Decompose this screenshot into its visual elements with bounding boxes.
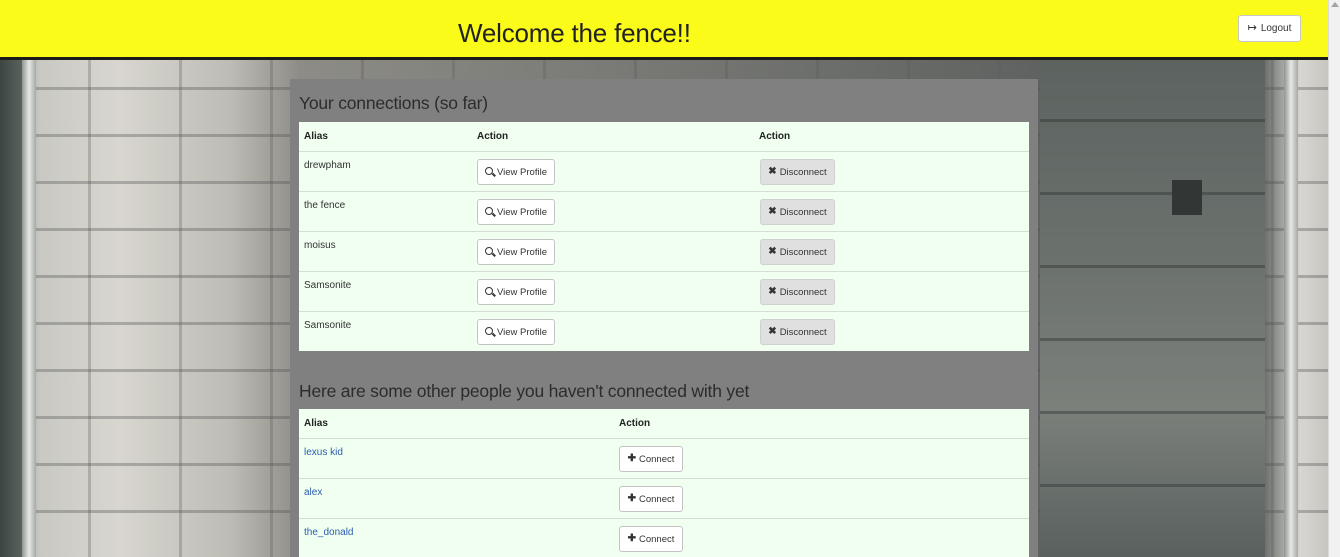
view-profile-label: View Profile <box>497 286 547 298</box>
background-pipe-right <box>1284 60 1298 557</box>
connections-panel: Your connections (so far) Alias Action A… <box>290 79 1038 557</box>
disconnect-label: Disconnect <box>779 206 827 218</box>
table-row: Samsonite View Profile ✖ Disconnect <box>299 311 1029 351</box>
table-header-row: Alias Action <box>299 409 1029 438</box>
table-row: alex ✚ Connect <box>299 478 1029 518</box>
column-header-action: Action <box>619 418 651 429</box>
plus-icon: ✚ <box>627 533 636 544</box>
table-row: lexus kid ✚ Connect <box>299 438 1029 478</box>
view-profile-label: View Profile <box>497 206 547 218</box>
plus-icon: ✚ <box>627 493 636 504</box>
disconnect-label: Disconnect <box>779 326 827 338</box>
close-icon: ✖ <box>768 286 777 297</box>
page-title: Welcome the fence!! <box>458 18 691 48</box>
disconnect-button[interactable]: ✖ Disconnect <box>760 199 835 225</box>
connect-label: Connect <box>639 453 675 465</box>
close-icon: ✖ <box>768 206 777 217</box>
connection-alias: drewpham <box>304 160 351 171</box>
search-icon <box>485 207 493 215</box>
view-profile-button[interactable]: View Profile <box>477 319 555 345</box>
person-alias-link[interactable]: lexus kid <box>304 447 343 458</box>
column-header-action: Action <box>477 131 509 142</box>
vertical-scrollbar[interactable] <box>1328 0 1340 557</box>
close-icon: ✖ <box>768 246 777 257</box>
table-row: Samsonite View Profile ✖ Disconnect <box>299 271 1029 311</box>
scroll-up-arrow-icon[interactable] <box>1331 2 1339 7</box>
disconnect-label: Disconnect <box>779 286 827 298</box>
column-header-alias: Alias <box>304 131 328 142</box>
connection-alias: the fence <box>304 200 346 211</box>
connection-alias: Samsonite <box>304 320 352 331</box>
table-row: moisus View Profile ✖ Disconnect <box>299 231 1029 271</box>
disconnect-label: Disconnect <box>779 166 827 178</box>
close-icon: ✖ <box>768 166 777 177</box>
person-alias-link[interactable]: alex <box>304 487 322 498</box>
column-header-action: Action <box>759 131 791 142</box>
plus-icon: ✚ <box>627 453 636 464</box>
table-row: the_donald ✚ Connect <box>299 518 1029 557</box>
search-icon <box>485 287 493 295</box>
background-window <box>1172 180 1202 215</box>
connect-button[interactable]: ✚ Connect <box>619 486 683 512</box>
connections-table: Alias Action Action drewpham View Profile… <box>299 122 1029 351</box>
logout-icon: ↦ <box>1247 22 1257 34</box>
others-section-title: Here are some other people you haven't c… <box>299 381 750 401</box>
background-wall-edge <box>0 60 22 557</box>
connect-label: Connect <box>639 533 675 545</box>
table-header-row: Alias Action Action <box>299 122 1029 151</box>
view-profile-button[interactable]: View Profile <box>477 199 555 225</box>
others-table: Alias Action lexus kid ✚ Connect alex ✚ Conne… <box>299 409 1029 557</box>
disconnect-label: Disconnect <box>779 246 827 258</box>
connections-section-title: Your connections (so far) <box>299 93 488 113</box>
disconnect-button[interactable]: ✖ Disconnect <box>760 159 835 185</box>
connect-button[interactable]: ✚ Connect <box>619 446 683 472</box>
view-profile-button[interactable]: View Profile <box>477 159 555 185</box>
disconnect-button[interactable]: ✖ Disconnect <box>760 279 835 305</box>
connect-label: Connect <box>639 493 675 505</box>
logout-label: Logout <box>1260 23 1292 34</box>
connect-button[interactable]: ✚ Connect <box>619 526 683 552</box>
disconnect-button[interactable]: ✖ Disconnect <box>760 319 835 345</box>
background-wall-right <box>1040 60 1265 557</box>
logout-button[interactable]: ↦ Logout <box>1238 15 1301 42</box>
connection-alias: Samsonite <box>304 280 352 291</box>
disconnect-button[interactable]: ✖ Disconnect <box>760 239 835 265</box>
table-row: the fence View Profile ✖ Disconnect <box>299 191 1029 231</box>
search-icon <box>485 327 493 335</box>
view-profile-label: View Profile <box>497 326 547 338</box>
connection-alias: moisus <box>304 240 336 251</box>
page-header: Welcome the fence!! ↦ Logout <box>0 0 1328 60</box>
search-icon <box>485 247 493 255</box>
search-icon <box>485 167 493 175</box>
background-pipe-left <box>22 60 36 557</box>
column-header-alias: Alias <box>304 418 328 429</box>
view-profile-label: View Profile <box>497 166 547 178</box>
person-alias-link[interactable]: the_donald <box>304 527 354 538</box>
view-profile-label: View Profile <box>497 246 547 258</box>
close-icon: ✖ <box>768 326 777 337</box>
table-row: drewpham View Profile ✖ Disconnect <box>299 151 1029 191</box>
view-profile-button[interactable]: View Profile <box>477 239 555 265</box>
view-profile-button[interactable]: View Profile <box>477 279 555 305</box>
